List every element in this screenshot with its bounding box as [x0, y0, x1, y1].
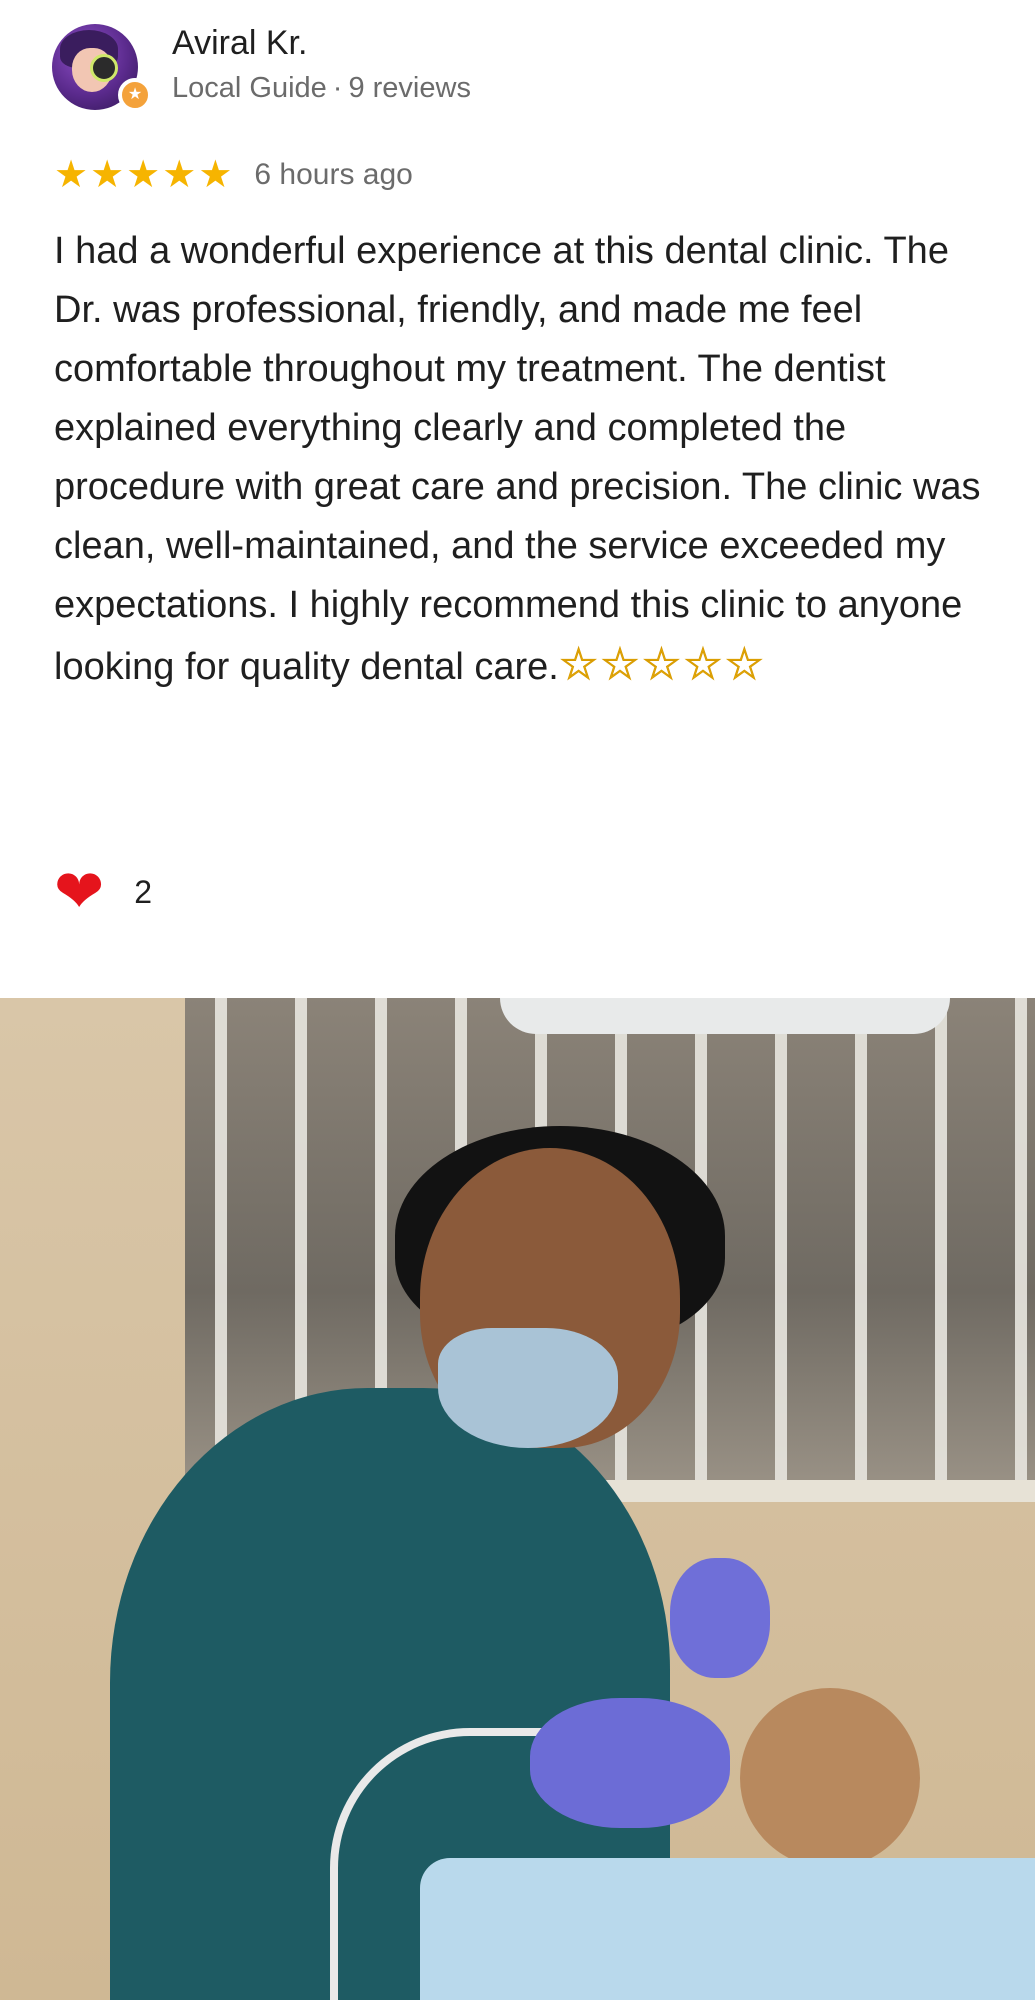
star-icon: ★: [54, 154, 89, 196]
photo-glove-right: [530, 1698, 730, 1828]
star-icon: ★: [126, 154, 161, 196]
review-header: ★ Aviral Kr. Local Guide · 9 reviews: [52, 22, 992, 112]
photo-glove-left: [670, 1558, 770, 1678]
rating-stars: ★ ★ ★ ★ ★: [54, 152, 232, 198]
avatar-emblem-icon: [90, 54, 118, 82]
star-icon: ★: [162, 154, 197, 196]
heart-icon[interactable]: ❤: [54, 860, 104, 924]
review-star-emojis: ☆☆☆☆☆: [558, 640, 767, 690]
local-guide-badge-icon: ★: [118, 78, 152, 112]
reviewer-role: Local Guide: [172, 72, 327, 104]
reviews-count: 9 reviews: [348, 72, 471, 104]
rating-row: ★ ★ ★ ★ ★ 6 hours ago: [54, 152, 413, 198]
reaction-row[interactable]: ❤ 2: [54, 860, 152, 924]
review-time: 6 hours ago: [254, 158, 413, 191]
star-icon: ★: [90, 154, 125, 196]
photo-patient-head: [740, 1688, 920, 1868]
photo-dental-lamp: [500, 998, 950, 1034]
reaction-count: 2: [134, 873, 153, 910]
review-photo[interactable]: [0, 998, 1035, 2000]
review-text: I had a wonderful experience at this den…: [54, 230, 981, 688]
photo-patient-cover: [420, 1858, 1035, 2000]
review-body: I had a wonderful experience at this den…: [54, 222, 994, 697]
meta-separator: ·: [332, 72, 343, 104]
reviewer-meta: Local Guide · 9 reviews: [172, 72, 471, 105]
photo-dentist-mask: [438, 1328, 618, 1448]
reviewer-name[interactable]: Aviral Kr.: [172, 24, 307, 63]
star-icon: ★: [198, 154, 233, 196]
